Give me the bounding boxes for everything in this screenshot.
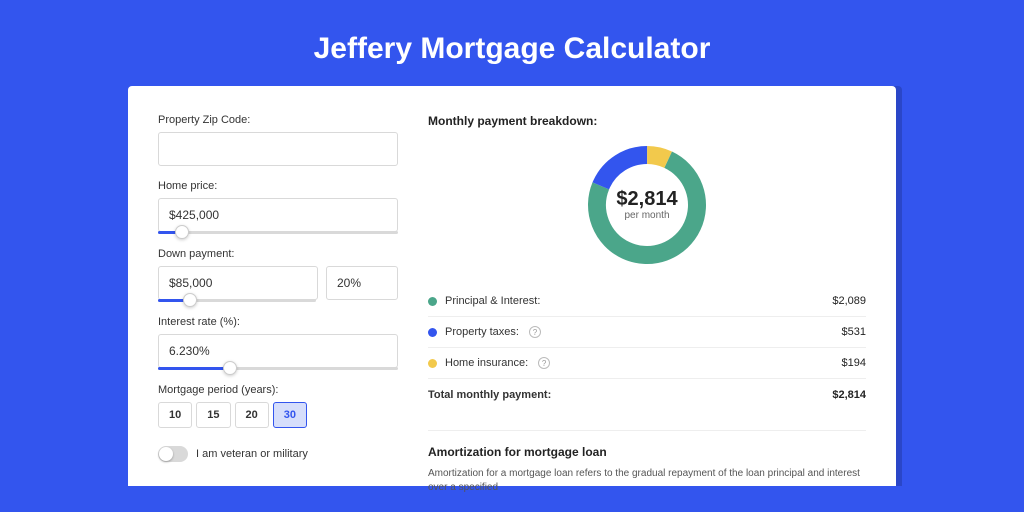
- period-option-20[interactable]: 20: [235, 402, 269, 428]
- help-icon[interactable]: ?: [538, 357, 550, 369]
- veteran-toggle-row: I am veteran or military: [158, 446, 398, 462]
- legend-value-insurance: $194: [842, 357, 866, 369]
- home-price-field-group: Home price:: [158, 180, 398, 234]
- amortization-title: Amortization for mortgage loan: [428, 445, 866, 459]
- legend-row-principal: Principal & Interest: $2,089: [428, 286, 866, 317]
- calculator-card: Property Zip Code: Home price: Down paym…: [128, 86, 896, 486]
- zip-label: Property Zip Code:: [158, 114, 398, 126]
- period-option-10[interactable]: 10: [158, 402, 192, 428]
- breakdown-column: Monthly payment breakdown: $2,814 per mo…: [428, 114, 866, 486]
- legend-label-taxes: Property taxes:: [445, 326, 519, 338]
- zip-input[interactable]: [158, 132, 398, 166]
- interest-slider[interactable]: [158, 367, 398, 370]
- zip-field-group: Property Zip Code:: [158, 114, 398, 166]
- legend-dot-principal: [428, 297, 437, 306]
- amortization-text: Amortization for a mortgage loan refers …: [428, 467, 866, 495]
- legend-label-principal: Principal & Interest:: [445, 295, 540, 307]
- period-option-30[interactable]: 30: [273, 402, 307, 428]
- down-payment-amount-input[interactable]: [158, 266, 318, 300]
- page-title: Jeffery Mortgage Calculator: [0, 0, 1024, 86]
- legend-dot-insurance: [428, 359, 437, 368]
- period-options: 10 15 20 30: [158, 402, 398, 428]
- down-payment-slider-thumb[interactable]: [183, 293, 197, 307]
- form-column: Property Zip Code: Home price: Down paym…: [158, 114, 398, 486]
- donut-center-label: per month: [624, 210, 669, 221]
- amortization-section: Amortization for mortgage loan Amortizat…: [428, 430, 866, 495]
- down-payment-label: Down payment:: [158, 248, 398, 260]
- interest-slider-fill: [158, 367, 230, 370]
- help-icon[interactable]: ?: [529, 326, 541, 338]
- veteran-toggle-label: I am veteran or military: [196, 448, 308, 460]
- home-price-label: Home price:: [158, 180, 398, 192]
- interest-field-group: Interest rate (%):: [158, 316, 398, 370]
- period-field-group: Mortgage period (years): 10 15 20 30: [158, 384, 398, 428]
- legend-label-insurance: Home insurance:: [445, 357, 528, 369]
- legend-row-total: Total monthly payment: $2,814: [428, 379, 866, 410]
- interest-label: Interest rate (%):: [158, 316, 398, 328]
- legend-value-principal: $2,089: [832, 295, 866, 307]
- breakdown-title: Monthly payment breakdown:: [428, 114, 866, 128]
- veteran-toggle-knob: [159, 447, 173, 461]
- home-price-slider[interactable]: [158, 231, 398, 234]
- down-payment-percent-input[interactable]: [326, 266, 398, 300]
- legend-row-insurance: Home insurance: ? $194: [428, 348, 866, 379]
- interest-input[interactable]: [158, 334, 398, 368]
- interest-slider-thumb[interactable]: [223, 361, 237, 375]
- down-payment-field-group: Down payment:: [158, 248, 398, 302]
- legend-value-total: $2,814: [832, 389, 866, 401]
- legend-value-taxes: $531: [842, 326, 866, 338]
- down-payment-slider[interactable]: [158, 299, 316, 302]
- veteran-toggle[interactable]: [158, 446, 188, 462]
- home-price-input[interactable]: [158, 198, 398, 232]
- donut-svg: $2,814 per month: [582, 140, 712, 270]
- period-label: Mortgage period (years):: [158, 384, 398, 396]
- donut-center-amount: $2,814: [616, 188, 678, 210]
- donut-chart: $2,814 per month: [428, 140, 866, 270]
- legend-label-total: Total monthly payment:: [428, 389, 551, 401]
- legend-dot-taxes: [428, 328, 437, 337]
- legend-row-taxes: Property taxes: ? $531: [428, 317, 866, 348]
- home-price-slider-thumb[interactable]: [175, 225, 189, 239]
- period-option-15[interactable]: 15: [196, 402, 230, 428]
